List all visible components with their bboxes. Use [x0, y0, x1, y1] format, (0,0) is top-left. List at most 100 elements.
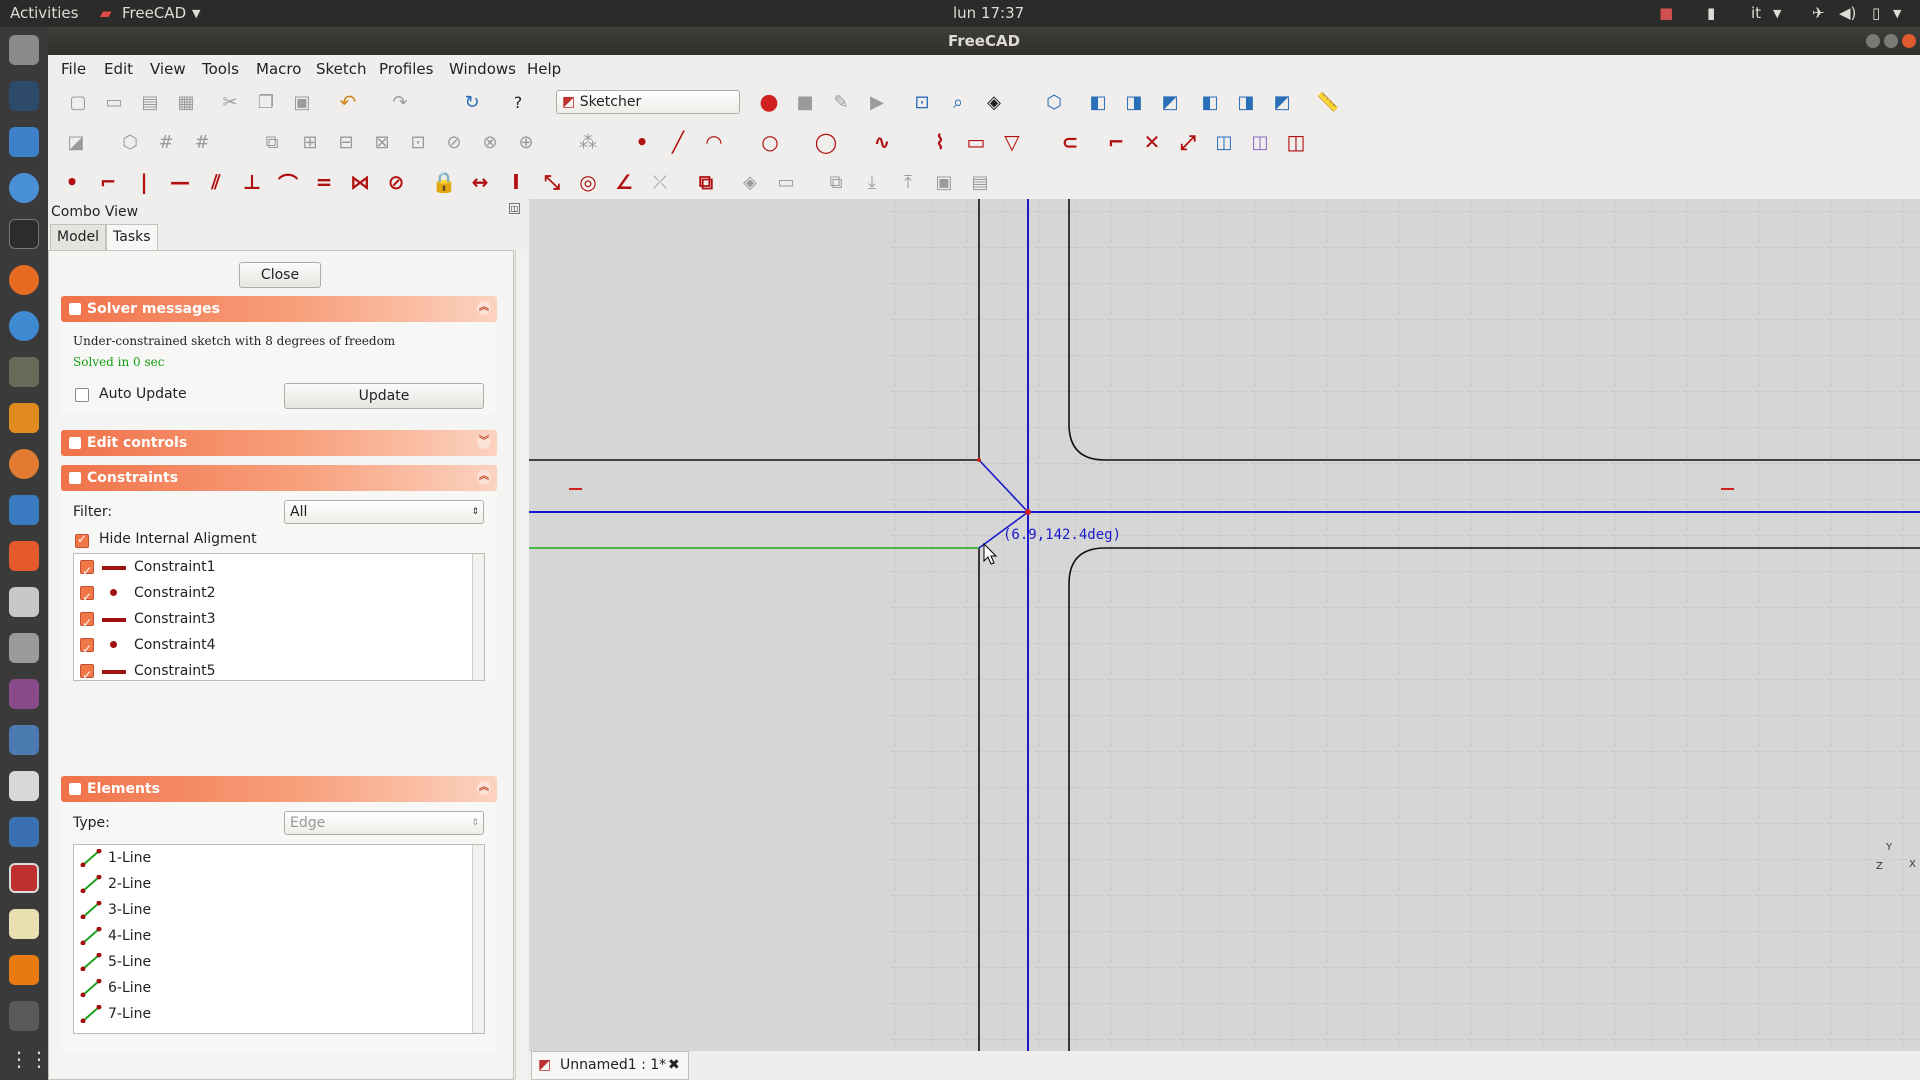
trim-tool-icon[interactable]: ✕ — [1140, 130, 1164, 154]
paste-icon[interactable]: ▣ — [290, 90, 314, 114]
workbench-selector[interactable]: ◩ Sketcher — [556, 90, 740, 114]
activities-button[interactable]: Activities — [10, 4, 78, 22]
network-icon[interactable] — [9, 725, 39, 755]
external-geometry-icon[interactable]: ◫ — [1212, 130, 1236, 154]
vlc-icon[interactable] — [9, 955, 39, 985]
symmetric-constraint-icon[interactable]: ⋈ — [348, 170, 372, 194]
maximize-button[interactable] — [1884, 34, 1898, 48]
menu-sketch[interactable]: Sketch — [316, 60, 367, 78]
bspline-tool-icon[interactable]: ∿ — [870, 130, 894, 154]
menu-edit[interactable]: Edit — [104, 60, 133, 78]
close-tab-icon[interactable]: ✖ — [668, 1052, 680, 1079]
select-constraints-icon[interactable]: ⊞ — [298, 130, 322, 154]
constraint-checkbox[interactable] — [80, 558, 94, 584]
snell-law-icon[interactable]: ⤫ — [648, 170, 672, 194]
app-menu-button[interactable]: FreeCAD — [122, 4, 186, 22]
view-left-icon[interactable]: ◩ — [1270, 90, 1294, 114]
constraint-checkbox[interactable] — [80, 662, 94, 680]
map-sketch-icon[interactable]: ⬡ — [118, 130, 142, 154]
menu-macro[interactable]: Macro — [256, 60, 301, 78]
coincident-constraint-icon[interactable]: • — [60, 170, 84, 194]
rectangular-array-icon[interactable]: ⁂ — [576, 130, 600, 154]
solver-messages-header[interactable]: Solver messages ︽ — [61, 296, 497, 322]
files-icon[interactable] — [9, 35, 39, 65]
constraints-header[interactable]: Constraints ︽ — [61, 465, 497, 491]
freecad-launcher-icon[interactable] — [9, 863, 39, 893]
clipboard-icon[interactable]: ▮ — [1707, 4, 1715, 22]
select-redundant-icon[interactable]: ⊘ — [442, 130, 466, 154]
polygon-tool-icon[interactable]: ▽ — [1000, 130, 1024, 154]
tangent-constraint-icon[interactable]: ⌒ — [276, 170, 300, 196]
point-tool-icon[interactable]: • — [630, 130, 654, 154]
expand-icon[interactable]: ︾ — [477, 435, 491, 449]
rectangle-tool-icon[interactable]: ▭ — [964, 130, 988, 154]
constraint-checkbox[interactable] — [80, 584, 94, 610]
clock[interactable]: lun 17:37 — [953, 4, 1024, 22]
equal-constraint-icon[interactable]: = — [312, 170, 336, 194]
app-grid-icon[interactable]: ⋮⋮ — [9, 1047, 49, 1077]
toggle-driving-icon[interactable]: ⧉ — [694, 170, 718, 194]
macro-record-icon[interactable]: ● — [757, 90, 781, 115]
collapse-icon[interactable]: ︽ — [477, 470, 491, 484]
fit-all-icon[interactable]: ⊡ — [910, 90, 934, 114]
eye-icon[interactable] — [9, 771, 39, 801]
select-horizontal-axis-icon[interactable]: ⊡ — [406, 130, 430, 154]
view-right-icon[interactable]: ◩ — [1158, 90, 1182, 114]
parallel-constraint-icon[interactable]: ⫽ — [204, 170, 228, 194]
task-panel-scrollbar[interactable] — [515, 250, 527, 1080]
menu-windows[interactable]: Windows — [449, 60, 516, 78]
list-item[interactable]: 4-Line — [74, 923, 474, 949]
camera-icon[interactable]: ■ — [1659, 4, 1673, 22]
draw-icon[interactable] — [9, 403, 39, 433]
list-item[interactable]: 3-Line — [74, 897, 474, 923]
grid-icon[interactable]: # — [154, 130, 178, 154]
menu-view[interactable]: View — [150, 60, 186, 78]
list-item[interactable]: 1-Line — [74, 845, 474, 871]
sketch-canvas[interactable]: (6.9,142.4deg) Y Z X — [529, 199, 1920, 1051]
thunderbird-icon[interactable] — [9, 311, 39, 341]
close-button[interactable]: Close — [239, 262, 321, 288]
terminal-icon[interactable] — [9, 219, 39, 249]
pad-icon[interactable]: ◈ — [738, 170, 762, 194]
select-vertical-axis-icon[interactable]: ⊠ — [370, 130, 394, 154]
elements-list[interactable]: 1-Line 2-Line 3-Line 4-Line 5-Line 6-Lin… — [73, 844, 485, 1034]
cut-icon[interactable]: ✂ — [218, 90, 242, 114]
list-item[interactable]: 5-Line — [74, 949, 474, 975]
lock-constraint-icon[interactable]: 🔒 — [432, 170, 457, 194]
vertical-distance-icon[interactable]: I — [504, 170, 528, 194]
language-indicator[interactable]: it — [1751, 4, 1761, 22]
menu-profiles[interactable]: Profiles — [379, 60, 433, 78]
cube-icon[interactable] — [9, 817, 39, 847]
list-item[interactable]: Constraint1 — [74, 554, 474, 584]
measure-distance-icon[interactable]: 📏 — [1316, 90, 1340, 114]
software-center-icon[interactable] — [9, 541, 39, 571]
auto-update-checkbox[interactable] — [75, 388, 89, 402]
vertex-point[interactable] — [977, 458, 981, 462]
menu-help[interactable]: Help — [527, 60, 561, 78]
airplane-icon[interactable]: ✈ — [1812, 4, 1825, 22]
point-on-object-icon[interactable]: ⌐ — [96, 170, 120, 194]
list-item[interactable]: 7-Line — [74, 1001, 474, 1027]
camera-app-icon[interactable] — [9, 633, 39, 663]
view-bottom-icon[interactable]: ◨ — [1234, 90, 1258, 114]
export-icon[interactable]: ⤒ — [896, 170, 920, 194]
macro-edit-icon[interactable]: ✎ — [829, 90, 853, 114]
angle-constraint-icon[interactable]: ∠ — [612, 170, 636, 194]
macro-stop-icon[interactable]: ■ — [793, 90, 817, 114]
merge-sketches-icon[interactable]: ⧉ — [260, 130, 284, 154]
tab-tasks[interactable]: Tasks — [106, 224, 158, 250]
list-item[interactable]: Constraint2 — [74, 580, 474, 610]
undo-icon[interactable]: ↶ — [336, 90, 360, 114]
scrollbar[interactable] — [472, 554, 484, 680]
scrollbar[interactable] — [472, 845, 484, 1033]
horizontal-constraint-icon[interactable]: — — [168, 170, 192, 194]
select-conflicting-icon[interactable]: ⊗ — [478, 130, 502, 154]
part-icon[interactable]: ▤ — [968, 170, 992, 194]
list-item[interactable]: Constraint3 — [74, 606, 474, 636]
constraint-checkbox[interactable] — [80, 610, 94, 636]
firefox-icon[interactable] — [9, 265, 39, 295]
battery-icon[interactable]: ▯ — [1872, 4, 1880, 22]
hide-internal-checkbox[interactable] — [75, 532, 89, 548]
origin-point[interactable] — [1025, 509, 1031, 515]
distance-constraint-icon[interactable]: ⤡ — [540, 170, 564, 194]
